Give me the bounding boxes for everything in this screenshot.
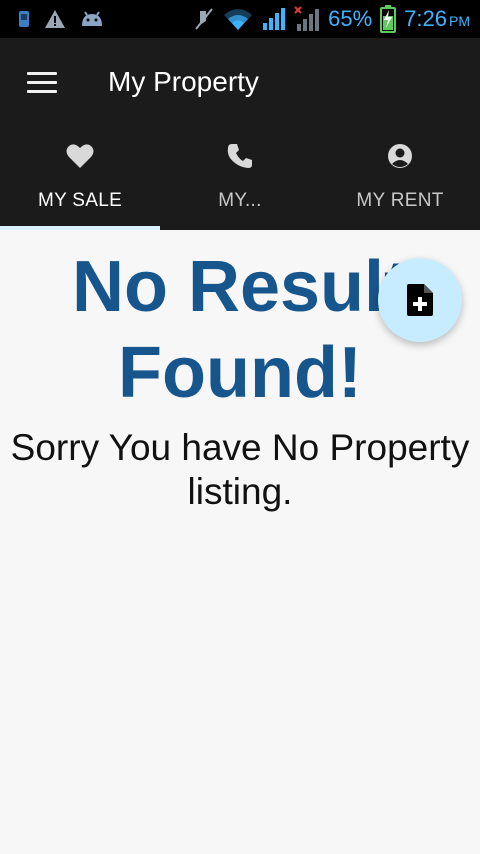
battery-charging-icon: [380, 5, 397, 33]
tab-my-other[interactable]: MY...: [160, 126, 320, 230]
status-right-icons: 65% 7:26 PM: [194, 5, 480, 33]
status-left-icons: [0, 9, 104, 29]
signal-icon: [263, 8, 286, 30]
add-property-fab[interactable]: [378, 258, 462, 342]
empty-state-message: Sorry You have No Property listing.: [10, 427, 470, 512]
battery-percent: 65%: [328, 6, 373, 31]
menu-line: [27, 71, 57, 75]
tab-label: MY RENT: [356, 190, 444, 211]
phone-icon: [226, 142, 254, 170]
clock: 7:26 PM: [404, 6, 470, 32]
clock-time: 7:26: [404, 6, 447, 31]
tab-bar: MY SALE MY... MY RENT: [0, 126, 480, 230]
app-bar: My Property: [0, 38, 480, 126]
menu-line: [27, 80, 57, 84]
wifi-icon: [224, 9, 253, 30]
tab-my-rent[interactable]: MY RENT: [320, 126, 480, 230]
tab-label: MY SALE: [37, 190, 123, 211]
signal-off-icon: [294, 6, 320, 31]
warning-icon: [45, 10, 65, 28]
android-icon: [82, 11, 102, 26]
tab-my-sale[interactable]: MY SALE: [0, 126, 160, 230]
add-document-icon: [407, 284, 433, 316]
sim-icon: [19, 11, 29, 27]
tab-label: MY...: [218, 190, 262, 211]
page-title: My Property: [108, 66, 259, 97]
clock-ampm: PM: [449, 13, 470, 29]
menu-lines: [27, 71, 57, 93]
heart-icon: [66, 142, 94, 170]
mute-icon: [195, 8, 213, 30]
person-circle-icon: [387, 142, 413, 170]
hamburger-menu-icon[interactable]: [0, 38, 84, 126]
status-bar: 65% 7:26 PM: [0, 0, 480, 38]
menu-line: [27, 89, 57, 93]
